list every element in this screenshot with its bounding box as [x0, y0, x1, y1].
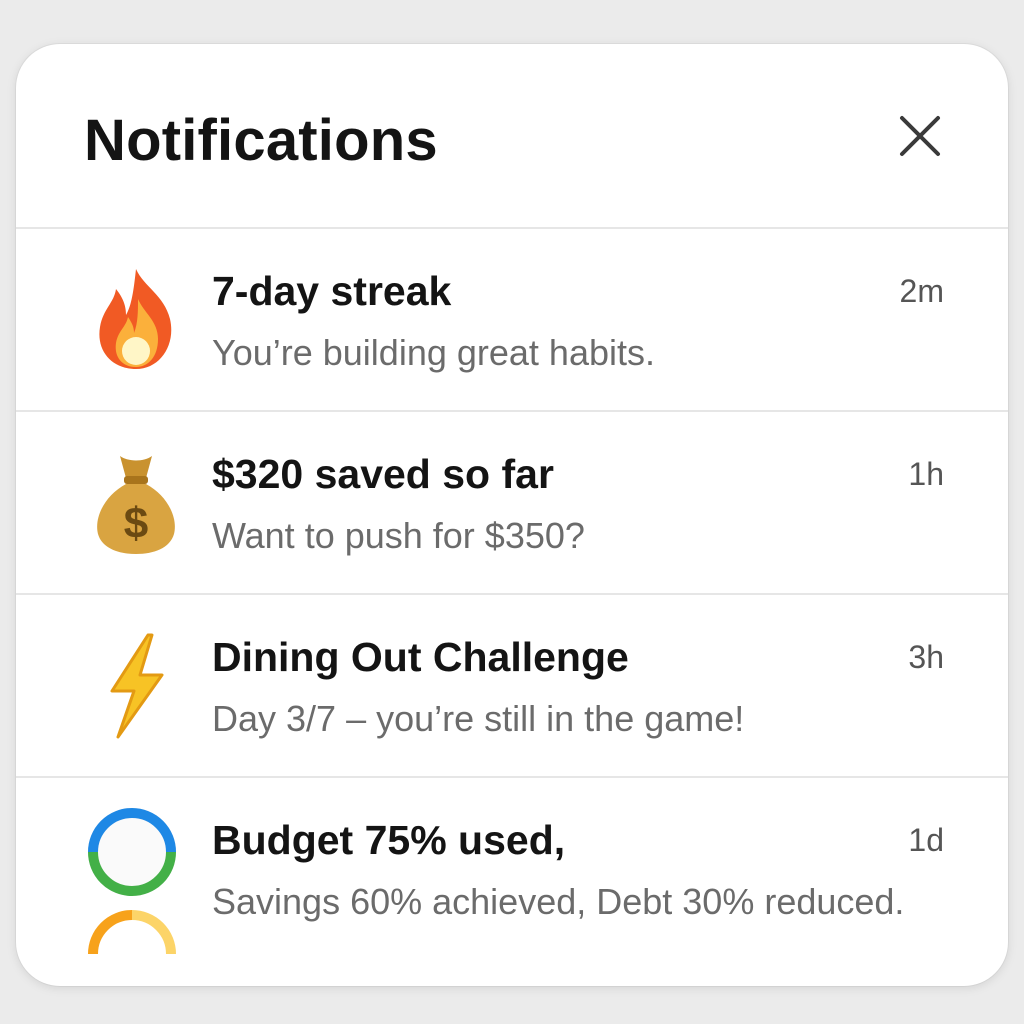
notification-body: Savings 60% achieved, Debt 30% reduced.: [212, 881, 905, 922]
notification-title: $320 saved so far: [212, 451, 554, 497]
notification-title: Dining Out Challenge: [212, 634, 629, 680]
money-bag-icon: $: [86, 448, 186, 558]
notification-title: 7-day streak: [212, 268, 452, 314]
notification-item-challenge[interactable]: Dining Out Challenge Day 3/7 – you’re st…: [16, 595, 1008, 778]
panel-header: Notifications: [16, 44, 1008, 229]
notification-time: 3h: [908, 639, 944, 675]
notifications-panel: Notifications 7-day streak You’re buildi…: [16, 44, 1008, 986]
close-icon: [900, 116, 940, 156]
notification-time: 1d: [908, 822, 944, 858]
notification-body: Day 3/7 – you’re still in the game!: [212, 698, 745, 739]
notification-item-budget[interactable]: Budget 75% used, Savings 60% achieved, D…: [16, 778, 1008, 959]
lightning-icon: [86, 631, 186, 741]
notification-time: 1h: [908, 456, 944, 492]
page-title: Notifications: [84, 108, 438, 173]
svg-text:$: $: [124, 499, 148, 548]
notification-time: 2m: [899, 273, 944, 309]
notification-item-streak[interactable]: 7-day streak You’re building great habit…: [16, 229, 1008, 412]
notification-body: You’re building great habits.: [212, 332, 655, 373]
fire-icon: [86, 265, 186, 375]
notification-title: Budget 75% used,: [212, 817, 566, 863]
progress-rings-icon: [82, 806, 182, 966]
close-button[interactable]: [894, 110, 946, 162]
notification-body: Want to push for $350?: [212, 515, 585, 556]
notification-item-savings[interactable]: $ $320 saved so far Want to push for $35…: [16, 412, 1008, 595]
